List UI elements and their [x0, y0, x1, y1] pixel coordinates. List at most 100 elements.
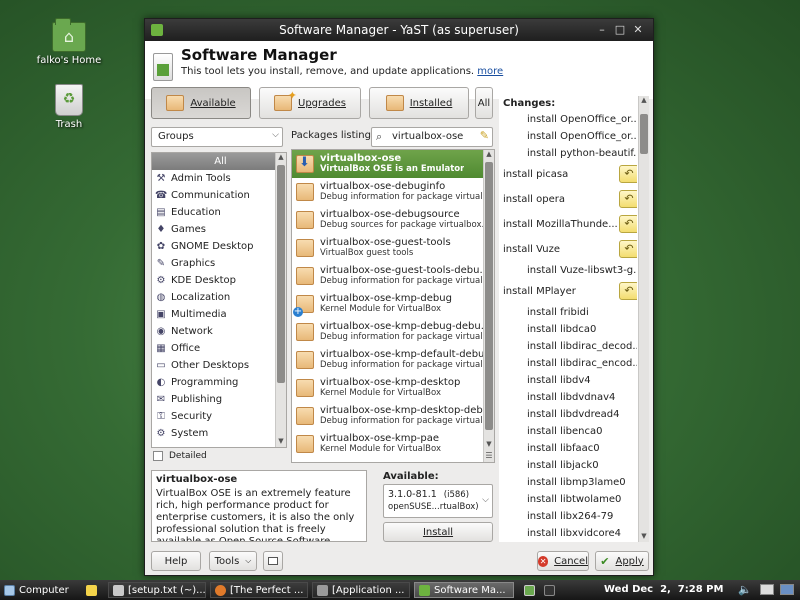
group-item-localization[interactable]: ◍ Localization: [152, 289, 286, 306]
group-item-office[interactable]: ▦ Office: [152, 340, 286, 357]
tab-available[interactable]: Available: [151, 87, 251, 119]
group-item-graphics[interactable]: ✎ Graphics: [152, 255, 286, 272]
scrollbar-thumb[interactable]: [277, 165, 285, 383]
package-icon[interactable]: [296, 351, 314, 369]
package-row[interactable]: virtualbox-ose-kmp-desktop-deb... Debug i…: [292, 402, 494, 430]
package-icon[interactable]: [296, 435, 314, 453]
group-item-other-desktops[interactable]: ▭ Other Desktops: [152, 357, 286, 374]
undo-icon[interactable]: ↶: [619, 240, 637, 258]
package-icon[interactable]: [296, 267, 314, 285]
scrollbar-thumb[interactable]: [485, 162, 493, 430]
package-icon[interactable]: [296, 211, 314, 229]
group-item-gnome-desktop[interactable]: ✿ GNOME Desktop: [152, 238, 286, 255]
package-row[interactable]: virtualbox-ose-kmp-default-debu... Debug …: [292, 346, 494, 374]
computer-menu-button[interactable]: Computer: [0, 582, 76, 598]
close-icon[interactable]: ✕: [631, 23, 645, 37]
group-item-games[interactable]: ♦ Games: [152, 221, 286, 238]
group-item-multimedia[interactable]: ▣ Multimedia: [152, 306, 286, 323]
package-row[interactable]: virtualbox-ose-kmp-debug-debu... Debug in…: [292, 318, 494, 346]
group-item-system[interactable]: ⚙ System: [152, 425, 286, 442]
package-row[interactable]: virtualbox-ose-guest-tools VirtualBox gue…: [292, 234, 494, 262]
tab-installed[interactable]: Installed: [369, 87, 469, 119]
display-icon[interactable]: [780, 584, 794, 595]
log-button[interactable]: [263, 551, 283, 571]
brush-icon: ✎: [156, 257, 166, 269]
network-icon[interactable]: [760, 584, 774, 595]
group-item-admin-tools[interactable]: ⚒ Admin Tools: [152, 170, 286, 187]
change-item: install OpenOffice_or...: [499, 111, 637, 128]
task-application[interactable]: [Application ...: [312, 582, 410, 598]
list-options-icon[interactable]: ☰: [484, 451, 494, 462]
apply-button[interactable]: ✔ Apply: [595, 551, 649, 571]
package-icon[interactable]: [296, 407, 314, 425]
changes-scrollbar[interactable]: ▲ ▼: [638, 96, 649, 542]
packages-scrollbar[interactable]: ▲ ▼ ☰: [483, 150, 494, 462]
package-description: VirtualBox OSE is an Emulator: [320, 164, 465, 174]
task-label: Software Ma...: [434, 584, 506, 596]
group-item-publishing[interactable]: ✉ Publishing: [152, 391, 286, 408]
package-icon[interactable]: [293, 295, 314, 317]
group-item-education[interactable]: ▤ Education: [152, 204, 286, 221]
version-repo: openSUSE...rtualBox): [388, 502, 479, 512]
workspace-2[interactable]: [540, 582, 556, 598]
search-input[interactable]: ⌕ virtualbox-ose ✎: [371, 127, 493, 147]
task-setup-txt[interactable]: [setup.txt (~)...: [108, 582, 206, 598]
minimize-icon[interactable]: –: [595, 23, 609, 37]
package-icon[interactable]: [296, 183, 314, 201]
scroll-down-icon: ▼: [278, 437, 284, 445]
group-item-label: System: [171, 428, 209, 439]
package-name: virtualbox-ose-kmp-debug-debu...: [320, 321, 491, 332]
package-icon[interactable]: [296, 323, 314, 341]
task-the-perfect[interactable]: [The Perfect ...: [210, 582, 308, 598]
package-row[interactable]: virtualbox-oseVirtualBox OSE is an Emula…: [292, 150, 494, 178]
group-item-all[interactable]: All: [152, 153, 286, 170]
tools-button[interactable]: Tools ⌵: [209, 551, 257, 571]
undo-icon[interactable]: ↶: [619, 282, 637, 300]
cancel-label: Cancel: [554, 555, 588, 567]
package-row[interactable]: virtualbox-ose-debuginfo Debug informatio…: [292, 178, 494, 206]
groups-scrollbar[interactable]: ▲ ▼: [275, 153, 286, 447]
version-select[interactable]: 3.1.0-81.1 (i586) openSUSE...rtualBox) ⌵: [383, 484, 493, 518]
tab-all[interactable]: All: [475, 87, 493, 119]
tab-all-label: All: [477, 97, 491, 109]
maximize-icon[interactable]: □: [613, 23, 627, 37]
group-item-security[interactable]: ⚿ Security: [152, 408, 286, 425]
package-row[interactable]: virtualbox-ose-debugsource Debug sources …: [292, 206, 494, 234]
notes-launcher[interactable]: [82, 582, 102, 598]
change-item-label: install libx264-79: [527, 511, 614, 522]
group-item-communication[interactable]: ☎ Communication: [152, 187, 286, 204]
group-item-network[interactable]: ◉ Network: [152, 323, 286, 340]
package-row[interactable]: virtualbox-ose-kmp-desktop Kernel Module …: [292, 374, 494, 402]
clear-search-icon[interactable]: ✎: [480, 129, 489, 142]
desktop-icon-home[interactable]: falko's Home: [29, 18, 109, 66]
install-package-icon[interactable]: [296, 155, 314, 173]
package-row[interactable]: virtualbox-ose-guest-tools-debu... Debug …: [292, 262, 494, 290]
detailed-checkbox[interactable]: [153, 451, 163, 461]
group-item-programming[interactable]: ◐ Programming: [152, 374, 286, 391]
workspace-1[interactable]: [520, 582, 538, 598]
scrollbar-thumb[interactable]: [640, 114, 648, 154]
globe-icon: ◍: [156, 291, 166, 303]
undo-icon[interactable]: ↶: [619, 215, 637, 233]
task-software-manager[interactable]: Software Ma...: [414, 582, 514, 598]
clock[interactable]: Wed Dec 2, 7:28 PM: [604, 584, 723, 595]
package-row[interactable]: virtualbox-ose-kmp-debugKernel Module fo…: [292, 290, 494, 318]
undo-icon[interactable]: ↶: [619, 190, 637, 208]
group-item-kde-desktop[interactable]: ⚙ KDE Desktop: [152, 272, 286, 289]
install-button[interactable]: Install: [383, 522, 493, 542]
text-editor-icon: [113, 584, 124, 596]
detailed-checkbox-row[interactable]: Detailed: [153, 451, 207, 461]
undo-icon[interactable]: ↶: [619, 165, 637, 183]
help-button[interactable]: Help: [151, 551, 201, 571]
cancel-button[interactable]: ✕ Cancel: [537, 551, 589, 571]
groups-combo[interactable]: Groups ⌵: [151, 127, 283, 147]
package-row[interactable]: virtualbox-ose-kmp-pae Kernel Module for …: [292, 430, 494, 458]
desktop-icon-trash[interactable]: Trash: [29, 84, 109, 130]
window-titlebar[interactable]: Software Manager - YaST (as superuser) –…: [145, 19, 653, 41]
tab-upgrades[interactable]: Upgrades: [259, 87, 361, 119]
more-link[interactable]: more: [477, 66, 503, 77]
package-icon[interactable]: [296, 379, 314, 397]
volume-icon[interactable]: 🔈: [738, 583, 752, 596]
package-icon[interactable]: [296, 239, 314, 257]
trash-icon: [55, 84, 83, 116]
